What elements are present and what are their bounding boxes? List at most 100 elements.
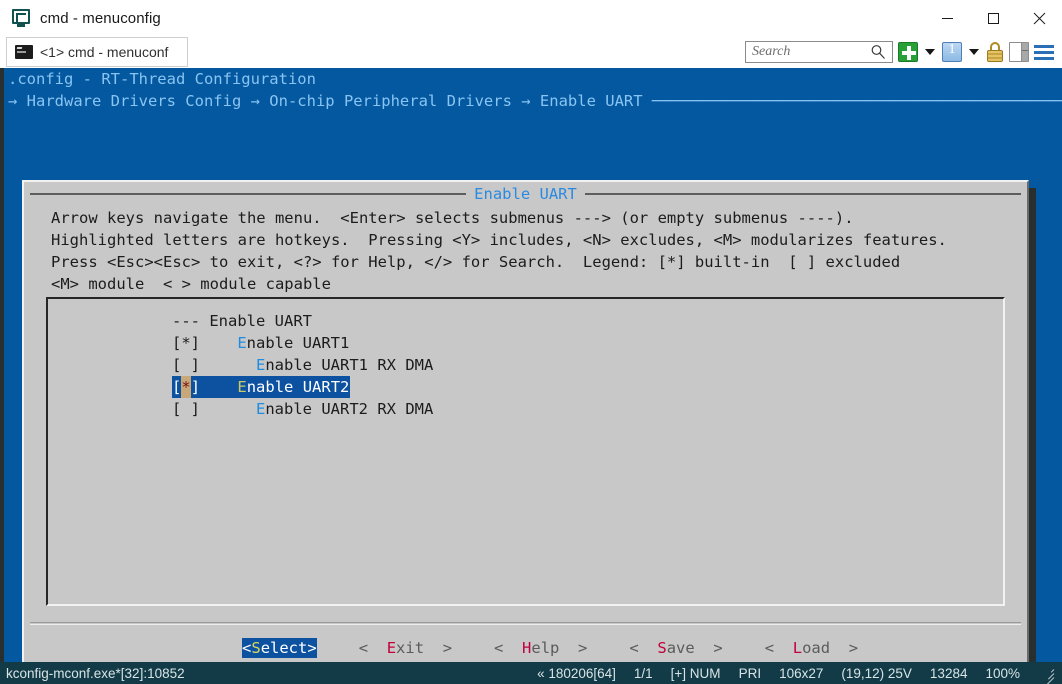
- row-wrapper: [ ] Enable UART1 RX DMA: [172, 354, 433, 376]
- dialog-button[interactable]: < Load >: [765, 639, 858, 657]
- chevron-down-icon: [925, 49, 935, 55]
- button-hotkey: L: [792, 639, 803, 657]
- row-indent: [200, 356, 256, 374]
- breadcrumb-text: → Hardware Drivers Config → On-chip Peri…: [8, 92, 643, 110]
- button-post: xit >: [396, 639, 453, 657]
- row-hotkey: E: [237, 378, 247, 396]
- lock-icon: [986, 42, 1004, 62]
- new-tab-button[interactable]: [898, 42, 918, 62]
- dialog-button[interactable]: < Save >: [629, 639, 722, 657]
- button-post: ave >: [666, 639, 723, 657]
- console-app-icon: [12, 9, 30, 27]
- config-title-line: .config - RT-Thread Configuration: [8, 70, 316, 88]
- row-label: Enable UART: [209, 312, 312, 330]
- row-marker: [ ]: [172, 356, 200, 374]
- help-line: Press <Esc><Esc> to exit, <?> for Help, …: [51, 253, 901, 271]
- title-rule-right: [584, 193, 1021, 195]
- option-row[interactable]: [*] Enable UART1: [172, 332, 433, 354]
- row-label: nable UART1 RX DMA: [265, 356, 434, 374]
- row-marker: ---: [172, 312, 200, 330]
- status-item: PRI: [738, 665, 762, 681]
- status-item: [+] NUM: [670, 665, 721, 681]
- help-line: Arrow keys navigate the menu. <Enter> se…: [51, 209, 854, 227]
- breadcrumb: → Hardware Drivers Config → On-chip Peri…: [8, 90, 1062, 112]
- app-window: cmd - menuconfig <1> cmd - menuconf Sear…: [0, 0, 1062, 684]
- breadcrumb-rule: ────────────────────────────────────────…: [651, 92, 1062, 110]
- menu-button[interactable]: [1034, 44, 1054, 60]
- split-pane-icon: [1009, 42, 1029, 62]
- button-pre: <: [242, 639, 252, 657]
- search-icon[interactable]: [870, 44, 886, 60]
- console-area[interactable]: .config - RT-Thread Configuration → Hard…: [0, 68, 1062, 662]
- button-pre: <: [764, 639, 793, 657]
- minimize-icon[interactable]: [924, 0, 970, 36]
- options-listbox[interactable]: --- Enable UART [*] Enable UART1[ ] Enabl…: [46, 297, 1005, 606]
- help-line: Highlighted letters are hotkeys. Pressin…: [51, 231, 947, 249]
- row-indent: [200, 312, 209, 330]
- search-box[interactable]: [745, 41, 893, 63]
- button-hotkey: E: [386, 639, 397, 657]
- row-indent: [200, 378, 237, 396]
- chevron-down-icon: [969, 49, 979, 55]
- button-pre: <: [629, 639, 658, 657]
- option-row[interactable]: [ ] Enable UART2 RX DMA: [172, 398, 433, 420]
- lock-button[interactable]: [986, 42, 1004, 62]
- dialog-button[interactable]: < Help >: [494, 639, 587, 657]
- menu-hamburger-icon: [1034, 44, 1054, 60]
- row-marker: [ ]: [172, 400, 200, 418]
- cursor-block: *: [181, 376, 191, 398]
- status-item: (19,12) 25V: [841, 665, 912, 681]
- row-label: nable UART2: [246, 378, 350, 396]
- window-controls: [924, 0, 1062, 36]
- status-item: 106x27: [779, 665, 824, 681]
- status-bar: kconfig-mconf.exe*[32]:10852 « 180206[64…: [0, 662, 1062, 684]
- row-indent: [200, 334, 237, 352]
- button-hotkey: H: [522, 639, 532, 657]
- row-wrapper: --- Enable UART: [172, 310, 433, 332]
- window-title: cmd - menuconfig: [40, 9, 161, 27]
- row-wrapper: [ ] Enable UART2 RX DMA: [172, 398, 433, 420]
- row-hotkey: E: [256, 356, 266, 374]
- button-separator: [30, 622, 1021, 623]
- window-select-button[interactable]: [942, 42, 962, 62]
- dialog-title-row: Enable UART: [24, 184, 1027, 204]
- row-hotkey: E: [256, 400, 266, 418]
- console-icon: [15, 45, 33, 59]
- button-post: elp >: [531, 639, 588, 657]
- status-item: 100%: [985, 665, 1020, 681]
- search-input[interactable]: [752, 43, 870, 61]
- button-pre: <: [494, 639, 523, 657]
- maximize-icon[interactable]: [970, 0, 1016, 36]
- button-hotkey: S: [251, 639, 261, 657]
- option-row[interactable]: [*] Enable UART2: [172, 376, 351, 398]
- row-label: nable UART1: [246, 334, 350, 352]
- split-pane-button[interactable]: [1009, 42, 1029, 62]
- toolbar: [745, 41, 1062, 63]
- window-one-icon: [942, 42, 962, 62]
- dialog-button[interactable]: <Select>: [242, 638, 317, 658]
- checkbox-close: ]: [190, 378, 201, 396]
- window-dropdown-button[interactable]: [967, 49, 981, 55]
- console-left-edge: [0, 68, 4, 662]
- tab-strip: <1> cmd - menuconf: [0, 36, 1062, 68]
- checkbox-open: [: [172, 378, 182, 396]
- status-item: « 180206[64]: [537, 665, 616, 681]
- dialog-help-text: Arrow keys navigate the menu. <Enter> se…: [51, 207, 947, 295]
- window-titlebar: cmd - menuconfig: [0, 0, 1062, 36]
- tab-cmd-menuconfig[interactable]: <1> cmd - menuconf: [6, 37, 188, 67]
- button-pre: <: [358, 639, 387, 657]
- button-hotkey: S: [657, 639, 667, 657]
- dialog-button-bar: <Select> < Exit > < Help > < Save > < Load >: [24, 638, 1027, 658]
- option-row[interactable]: --- Enable UART: [172, 310, 433, 332]
- menuconfig-dialog: Enable UART Arrow keys navigate the menu…: [22, 180, 1029, 662]
- dialog-button[interactable]: < Exit >: [359, 639, 452, 657]
- dialog-title: Enable UART: [474, 185, 577, 203]
- resize-grip-icon[interactable]: [1040, 666, 1055, 684]
- status-items: « 180206[64] 1/1 [+] NUM PRI 106x27 (19,12) 2…: [537, 665, 1062, 684]
- plus-icon: [898, 42, 918, 62]
- tab-label: <1> cmd - menuconf: [40, 44, 169, 60]
- option-row[interactable]: [ ] Enable UART1 RX DMA: [172, 354, 433, 376]
- new-tab-dropdown-button[interactable]: [923, 49, 937, 55]
- row-hotkey: E: [237, 334, 247, 352]
- close-icon[interactable]: [1016, 0, 1062, 36]
